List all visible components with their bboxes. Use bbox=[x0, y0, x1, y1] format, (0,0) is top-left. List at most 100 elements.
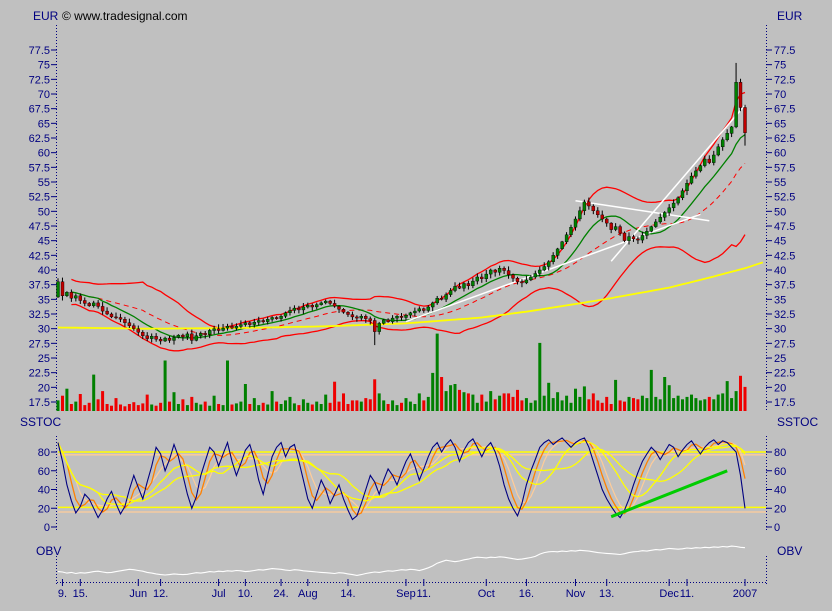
volume-bar bbox=[351, 400, 354, 411]
candle-up bbox=[552, 255, 555, 261]
candle-up bbox=[222, 328, 225, 330]
candle-up bbox=[498, 268, 501, 272]
chart-window: EUR © www.tradesignal.com EUR SSTOC SSTO… bbox=[0, 0, 832, 611]
candle-up bbox=[712, 155, 715, 163]
volume-bar bbox=[115, 398, 118, 411]
trendline-steep bbox=[611, 105, 745, 261]
candle-down bbox=[494, 270, 497, 272]
price-tick-label-right: 27.5 bbox=[774, 338, 795, 350]
volume-bar bbox=[275, 402, 278, 411]
volume-bar bbox=[199, 405, 202, 412]
volume-bar bbox=[717, 395, 720, 411]
candle-up bbox=[253, 322, 256, 324]
price-tick-label-right: 17.5 bbox=[774, 397, 795, 409]
volume-bar bbox=[400, 403, 403, 411]
price-tick-label-left: 22.5 bbox=[29, 368, 50, 380]
candle-up bbox=[645, 231, 648, 235]
candle-up bbox=[306, 305, 309, 307]
volume-bar bbox=[409, 402, 412, 411]
date-tick-label: Jul bbox=[212, 588, 226, 600]
volume-bar bbox=[101, 391, 104, 411]
price-tick-label-left: 25 bbox=[38, 353, 50, 365]
volume-bar bbox=[61, 396, 64, 411]
candle-down bbox=[619, 227, 622, 234]
candle-down bbox=[587, 202, 590, 206]
volume-bar bbox=[650, 370, 653, 411]
volume-bar bbox=[694, 398, 697, 411]
candle-down bbox=[333, 303, 336, 306]
volume-bar bbox=[463, 392, 466, 411]
price-tick-label-left: 67.5 bbox=[29, 104, 50, 116]
volume-bar bbox=[204, 402, 207, 411]
price-tick-label-right: 65 bbox=[774, 118, 786, 130]
volume-bar bbox=[645, 398, 648, 411]
volume-bar bbox=[686, 397, 689, 411]
volume-bar bbox=[690, 395, 693, 411]
volume-bar bbox=[88, 403, 91, 411]
volume-bar bbox=[735, 391, 738, 411]
candle-down bbox=[347, 312, 350, 314]
candle-down bbox=[61, 282, 64, 296]
price-tick-label-right: 40 bbox=[774, 265, 786, 277]
candle-down bbox=[744, 108, 747, 133]
date-tick-label: 11. bbox=[417, 588, 431, 600]
price-tick-label-right: 37.5 bbox=[774, 280, 795, 292]
date-tick-label: 24. bbox=[273, 588, 288, 600]
volume-bar bbox=[155, 406, 158, 411]
obv-panel bbox=[58, 546, 745, 575]
axes: 77.577.5757572.572.5707067.567.5656562.5… bbox=[29, 25, 796, 600]
candle-down bbox=[101, 306, 104, 311]
volume-bar bbox=[391, 400, 394, 411]
candle-up bbox=[431, 303, 434, 307]
volume-bar bbox=[324, 395, 327, 411]
date-tick-label: 14. bbox=[340, 588, 355, 600]
sstoc-tick-label-left: 0 bbox=[44, 522, 50, 534]
sstoc-tick-label-right: 0 bbox=[774, 522, 780, 534]
candle-up bbox=[717, 147, 720, 155]
candle-up bbox=[654, 222, 657, 227]
price-tick-label-right: 35 bbox=[774, 294, 786, 306]
candle-up bbox=[391, 318, 394, 322]
candle-down bbox=[217, 329, 220, 331]
sstoc-tick-label-right: 40 bbox=[774, 485, 786, 497]
candle-up bbox=[293, 308, 296, 310]
candle-up bbox=[641, 235, 644, 240]
candle-up bbox=[186, 334, 189, 337]
price-tick-label-left: 60 bbox=[38, 148, 50, 160]
price-tick-label-left: 50 bbox=[38, 206, 50, 218]
price-tick-label-right: 42.5 bbox=[774, 250, 795, 262]
volume-bar bbox=[141, 403, 144, 411]
candle-up bbox=[266, 319, 269, 321]
volume-bar bbox=[574, 389, 577, 411]
volume-bar bbox=[338, 402, 341, 411]
candle-down bbox=[480, 277, 483, 279]
volume-bar bbox=[485, 402, 488, 411]
volume-bar bbox=[494, 399, 497, 411]
candle-up bbox=[396, 316, 399, 318]
candle-down bbox=[137, 329, 140, 333]
price-tick-label-right: 50 bbox=[774, 206, 786, 218]
volume-bar bbox=[106, 404, 109, 411]
price-tick-label-right: 20 bbox=[774, 382, 786, 394]
candle-up bbox=[235, 326, 238, 328]
volume-bar bbox=[159, 403, 162, 411]
candle-series bbox=[57, 63, 747, 345]
price-tick-label-left: 55 bbox=[38, 177, 50, 189]
candle-down bbox=[467, 284, 470, 286]
candle-down bbox=[342, 309, 345, 312]
price-tick-label-right: 45 bbox=[774, 236, 786, 248]
trendline-support bbox=[406, 214, 700, 321]
candle-down bbox=[605, 219, 608, 223]
candle-up bbox=[476, 277, 479, 281]
volume-bar bbox=[449, 385, 452, 411]
volume-bar bbox=[342, 393, 345, 411]
price-tick-label-left: 52.5 bbox=[29, 192, 50, 204]
candle-up bbox=[614, 227, 617, 230]
candle-down bbox=[204, 333, 207, 334]
candle-up bbox=[721, 140, 724, 147]
candle-up bbox=[454, 286, 457, 290]
candle-up bbox=[538, 270, 541, 274]
volume-bar bbox=[280, 404, 283, 411]
volume-bar bbox=[271, 391, 274, 411]
candle-up bbox=[257, 321, 260, 323]
